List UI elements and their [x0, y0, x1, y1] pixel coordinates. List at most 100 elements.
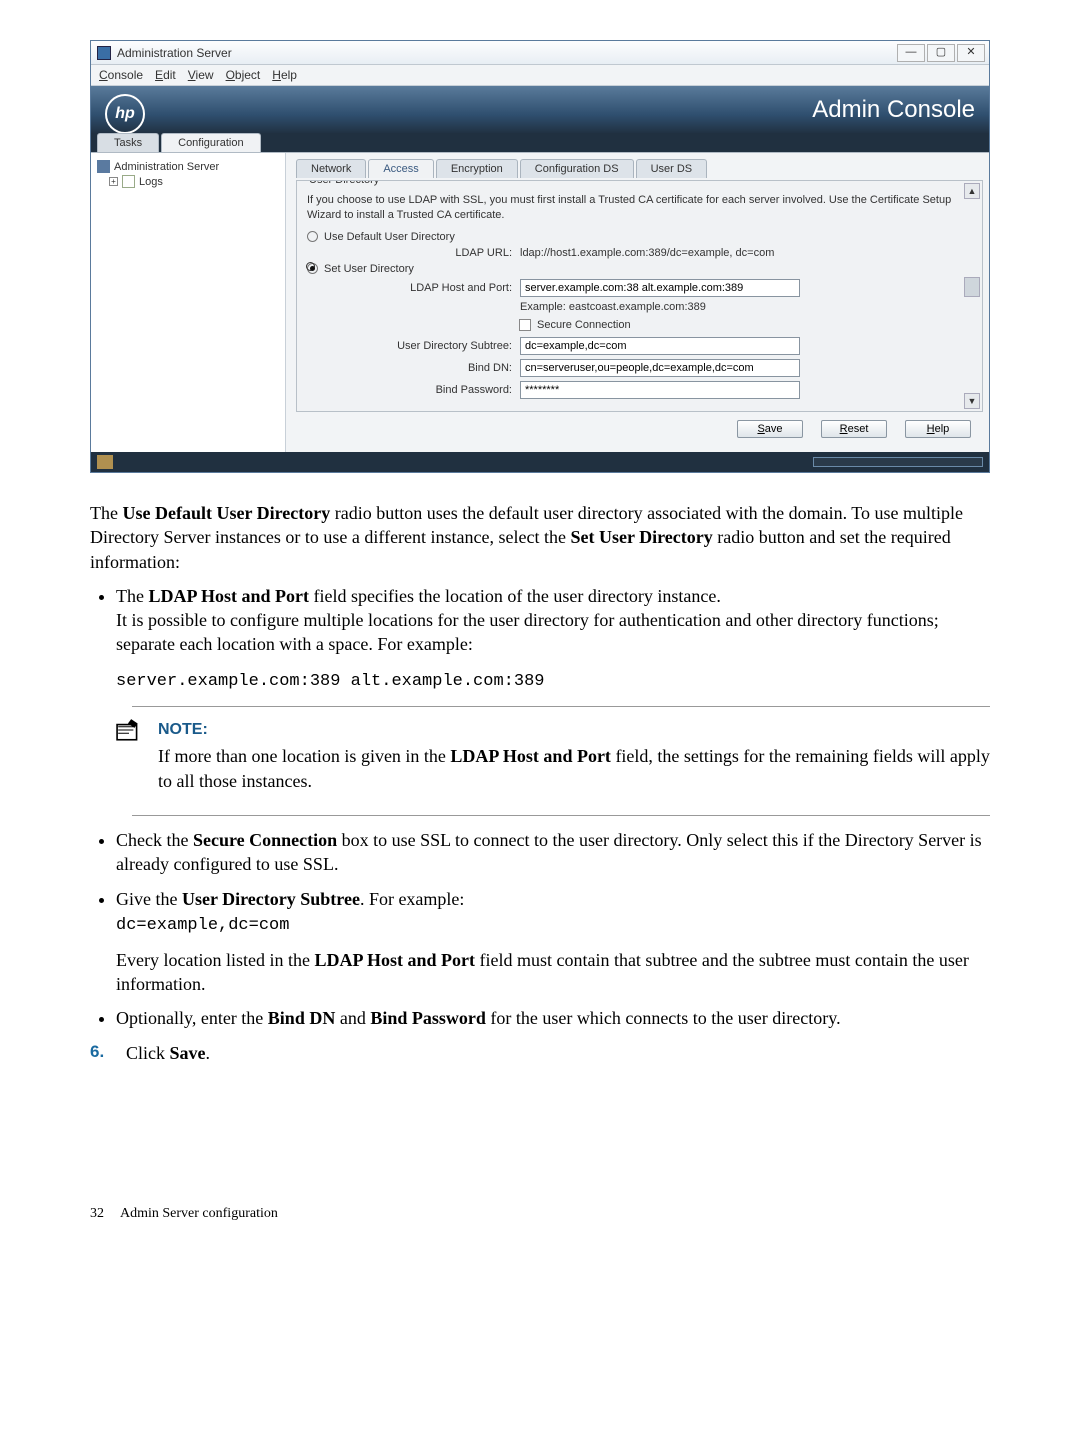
tab-network[interactable]: Network: [296, 159, 366, 178]
page-footer: 32 Admin Server configuration: [90, 1205, 990, 1224]
tree-item-logs[interactable]: + Logs: [95, 174, 281, 189]
tab-tasks[interactable]: Tasks: [97, 133, 159, 152]
t: LDAP Host and Port: [314, 950, 475, 970]
app-icon: [97, 46, 111, 60]
step-number: 6.: [90, 1041, 110, 1065]
status-icon: [97, 455, 113, 469]
t: Give the: [116, 889, 182, 909]
note-title: NOTE:: [158, 719, 990, 741]
t: and: [335, 1008, 370, 1028]
secure-connection-checkbox[interactable]: Secure Connection: [519, 319, 972, 331]
save-button[interactable]: Save: [737, 420, 803, 438]
hostport-label: LDAP Host and Port:: [327, 282, 512, 294]
hostport-input[interactable]: [520, 279, 800, 297]
window-title: Administration Server: [117, 46, 232, 60]
t: Click: [126, 1043, 170, 1063]
t: Save: [170, 1043, 206, 1063]
banner-title: Admin Console: [812, 96, 975, 124]
code-example: server.example.com:389 alt.example.com:3…: [116, 672, 544, 691]
t: LDAP Host and Port: [148, 586, 309, 606]
hp-logo-icon: hp: [105, 94, 145, 134]
bindpw-label: Bind Password:: [327, 384, 512, 396]
t: .: [206, 1043, 211, 1063]
scroll-down-button[interactable]: ▼: [964, 393, 980, 409]
banner: hp Admin Console: [91, 86, 989, 134]
menu-edit[interactable]: Edit: [155, 68, 176, 82]
ssl-note: If you choose to use LDAP with SSL, you …: [307, 193, 972, 223]
progress-bar: [813, 457, 983, 467]
menu-object[interactable]: Object: [226, 68, 261, 82]
radio-default-dir[interactable]: Use Default User Directory: [307, 231, 972, 243]
tree-root[interactable]: Administration Server: [95, 159, 281, 174]
minimize-button[interactable]: —: [897, 44, 925, 62]
t: Bind DN: [268, 1008, 336, 1028]
t: Secure Connection: [193, 830, 337, 850]
server-icon: [97, 160, 110, 173]
divider: [132, 815, 990, 816]
t: Set User Directory: [570, 527, 712, 547]
step-6: 6. Click Save.: [90, 1041, 990, 1065]
t: The: [116, 586, 148, 606]
user-directory-fieldset: User Directory ▲ ▼ If you choose to use …: [296, 180, 983, 412]
t: Optionally, enter the: [116, 1008, 268, 1028]
t: User Directory Subtree: [182, 889, 360, 909]
t: for the user which connects to the user …: [486, 1008, 841, 1028]
ldap-url-value: ldap://host1.example.com:389/dc=example,…: [520, 247, 774, 259]
config-pane: Network Access Encryption Configuration …: [286, 153, 989, 452]
t: . For example:: [360, 889, 464, 909]
t: Check the: [116, 830, 193, 850]
bindpw-input[interactable]: [520, 381, 800, 399]
divider: [132, 706, 990, 707]
hostport-example: Example: eastcoast.example.com:389: [520, 301, 706, 313]
t: It is possible to configure multiple loc…: [116, 608, 990, 657]
admin-server-window: Administration Server — ▢ ✕ CConsoleonso…: [90, 40, 990, 473]
t: The: [90, 503, 122, 523]
footer-title: Admin Server configuration: [120, 1205, 278, 1224]
t: Bind Password: [370, 1008, 486, 1028]
help-button[interactable]: Help: [905, 420, 971, 438]
tab-configuration-ds[interactable]: Configuration DS: [520, 159, 634, 178]
subtree-input[interactable]: [520, 337, 800, 355]
reset-button[interactable]: Reset: [821, 420, 887, 438]
menu-console[interactable]: CConsoleonsole: [99, 68, 143, 82]
t: Use Default User Directory: [122, 503, 330, 523]
radio-set-dir[interactable]: Set User Directory: [307, 263, 972, 275]
maximize-button[interactable]: ▢: [927, 44, 955, 62]
code-subtree: dc=example,dc=com: [116, 916, 289, 935]
note-block: NOTE: If more than one location is given…: [116, 719, 990, 803]
tree-root-label: Administration Server: [114, 161, 219, 173]
t: field specifies the location of the user…: [309, 586, 721, 606]
ldap-url-label: LDAP URL:: [327, 247, 512, 259]
t: If more than one location is given in th…: [158, 746, 450, 766]
bullet-subtree: Give the User Directory Subtree. For exa…: [116, 887, 990, 997]
page-number: 32: [90, 1205, 104, 1224]
menubar: CConsoleonsole Edit View Object Help: [91, 65, 989, 86]
statusbar: [91, 452, 989, 472]
t: Every location listed in the: [116, 950, 314, 970]
nav-tree: Administration Server + Logs: [91, 153, 286, 452]
document-body: The Use Default User Directory radio but…: [90, 501, 990, 1224]
close-button[interactable]: ✕: [957, 44, 985, 62]
tab-encryption[interactable]: Encryption: [436, 159, 518, 178]
radio-set-label: Set User Directory: [324, 263, 414, 275]
file-icon: [122, 175, 135, 188]
radio-icon: [307, 231, 318, 242]
scroll-up-button[interactable]: ▲: [964, 183, 980, 199]
binddn-input[interactable]: [520, 359, 800, 377]
radio-default-label: Use Default User Directory: [324, 231, 455, 243]
binddn-label: Bind DN:: [327, 362, 512, 374]
scroll-thumb[interactable]: [964, 277, 980, 297]
subtree-label: User Directory Subtree:: [327, 340, 512, 352]
note-icon: [116, 719, 142, 741]
tab-access[interactable]: Access: [368, 159, 433, 178]
radio-checked-icon: [307, 263, 318, 274]
tab-configuration[interactable]: Configuration: [161, 133, 260, 152]
menu-view[interactable]: View: [188, 68, 214, 82]
tree-item-label: Logs: [139, 176, 163, 188]
expand-icon[interactable]: +: [109, 177, 118, 186]
bullet-secure: Check the Secure Connection box to use S…: [116, 828, 990, 877]
menu-help[interactable]: Help: [272, 68, 297, 82]
bullet-bind: Optionally, enter the Bind DN and Bind P…: [116, 1006, 990, 1030]
tab-user-ds[interactable]: User DS: [636, 159, 708, 178]
secure-connection-label: Secure Connection: [537, 319, 631, 331]
